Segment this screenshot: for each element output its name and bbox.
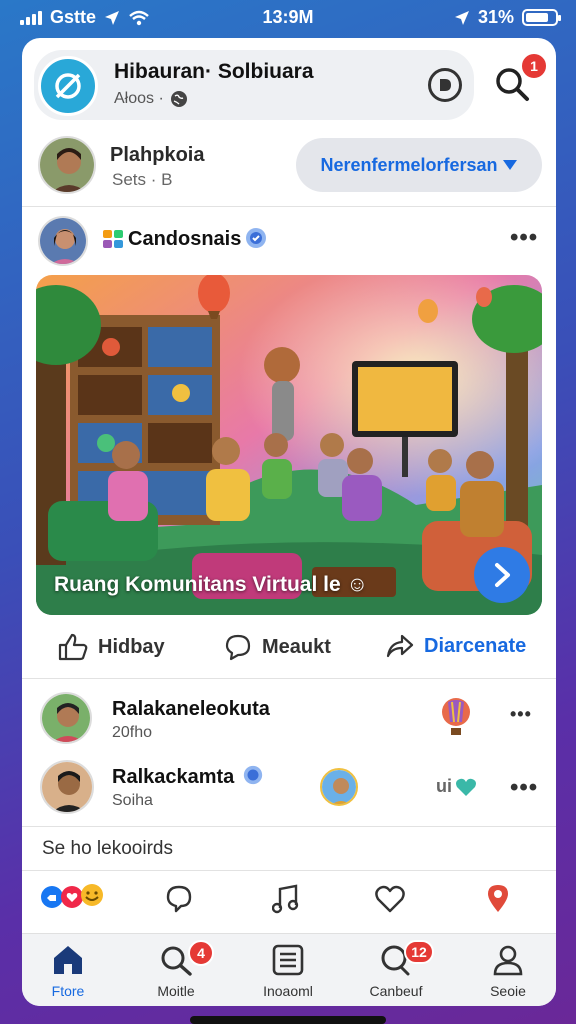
verified-icon — [243, 765, 263, 785]
share-button[interactable]: Diarcenate — [386, 633, 526, 659]
comment-label: Meaukt — [262, 635, 331, 658]
post-author[interactable]: Candosnais — [128, 228, 241, 251]
profile-name[interactable]: Plahpkoia — [110, 144, 204, 167]
location-arrow-icon — [454, 10, 469, 25]
home-indicator — [190, 1016, 386, 1024]
thumbs-up-icon — [58, 633, 88, 661]
status-bar: Gstte 13:9M 31% — [0, 0, 576, 36]
comment-button[interactable]: Meaukt — [224, 633, 331, 661]
avatar[interactable] — [38, 136, 96, 194]
nav-home[interactable]: Ftore — [28, 944, 108, 999]
reactions-summary[interactable] — [38, 883, 110, 916]
notification-badge: 1 — [520, 52, 548, 80]
person-icon — [493, 945, 523, 976]
nav-search-label: Moitle — [157, 983, 195, 999]
more-options-icon[interactable]: ••• — [510, 774, 538, 802]
comment-tag-text: ui — [436, 776, 452, 796]
like-label: Hidbay — [98, 635, 165, 658]
divider — [22, 206, 556, 207]
group-title: Hibauran· Solbiuara — [114, 60, 314, 83]
comment-author[interactable]: Ralakaneleokuta — [112, 698, 270, 721]
battery-percent: 31% — [477, 7, 514, 27]
comment-author[interactable]: Ralkackamta — [112, 766, 234, 789]
home-icon — [54, 946, 82, 974]
next-slide-button[interactable] — [474, 547, 530, 603]
music-note-icon[interactable] — [272, 884, 300, 914]
comment-time: Soiha — [112, 792, 153, 809]
audience-dropdown[interactable]: Nerenfermelorfersan — [296, 138, 542, 192]
group-logo-icon[interactable] — [38, 56, 98, 116]
nav-notes-label: Inoaoml — [263, 983, 313, 999]
comment-icon — [225, 634, 251, 661]
chevron-right-icon — [495, 563, 510, 587]
see-all-comments-link[interactable]: Se ho lekooirds — [42, 838, 173, 860]
nav-chat-label: Canbeuf — [369, 983, 423, 999]
app-card: Hibauran· Solbiuara Ałoos · 1 Plahpkoia … — [22, 38, 556, 1006]
media-caption: Ruang Komunitans Virtual le ☺ — [54, 573, 368, 597]
hot-air-balloon-icon — [442, 698, 470, 735]
group-icon — [103, 230, 123, 248]
like-button[interactable]: Hidbay — [58, 633, 165, 661]
heart-outline-icon[interactable] — [374, 884, 406, 914]
nav-notes[interactable]: Inoaoml — [248, 944, 328, 999]
nav-chat-badge: 12 — [404, 940, 434, 964]
share-icon — [386, 634, 414, 658]
nav-home-label: Ftore — [51, 983, 85, 999]
avatar[interactable] — [40, 760, 94, 814]
avatar[interactable] — [40, 692, 92, 744]
divider — [22, 826, 556, 827]
comment-tag: ui — [436, 776, 477, 797]
d-icon-button[interactable] — [428, 68, 462, 102]
media-caption-text: Ruang Komunitans Virtual le — [54, 573, 341, 596]
battery-icon — [522, 9, 561, 26]
divider — [22, 870, 556, 871]
group-header[interactable]: Hibauran· Solbiuara Ałoos · — [34, 50, 474, 120]
nav-profile[interactable]: Seoie — [468, 944, 548, 999]
audience-dropdown-label: Nerenfermelorfersan — [320, 154, 498, 175]
chat-bubble-icon[interactable] — [164, 884, 194, 914]
nav-search-badge: 4 — [188, 940, 214, 966]
verified-icon — [246, 228, 266, 248]
avatar[interactable] — [320, 768, 358, 806]
comment-time: 20fho — [112, 724, 153, 741]
more-options-icon[interactable]: ••• — [510, 224, 538, 252]
smiley-icon: ☺ — [346, 573, 368, 596]
bottom-navigation: Ftore Moitle 4 Inoaoml Canbeuf 12 Seoie — [22, 933, 556, 1006]
share-label: Diarcenate — [424, 634, 527, 657]
list-icon — [272, 944, 304, 976]
avatar[interactable] — [38, 216, 88, 266]
location-pin-icon[interactable] — [484, 882, 512, 914]
caret-down-icon — [502, 160, 517, 170]
divider — [22, 678, 556, 679]
globe-icon — [170, 91, 187, 107]
heart-icon — [456, 778, 476, 796]
profile-subtitle: Sets · B — [112, 170, 173, 189]
more-options-icon[interactable]: ••• — [510, 704, 532, 725]
post-media[interactable]: Ruang Komunitans Virtual le ☺ — [36, 275, 542, 615]
nav-profile-label: Seoie — [490, 983, 526, 999]
group-subtitle: Ałoos · — [114, 90, 188, 108]
reactions-icon — [41, 884, 103, 908]
group-subtitle-text: Ałoos · — [114, 90, 164, 107]
community-illustration — [36, 275, 542, 615]
